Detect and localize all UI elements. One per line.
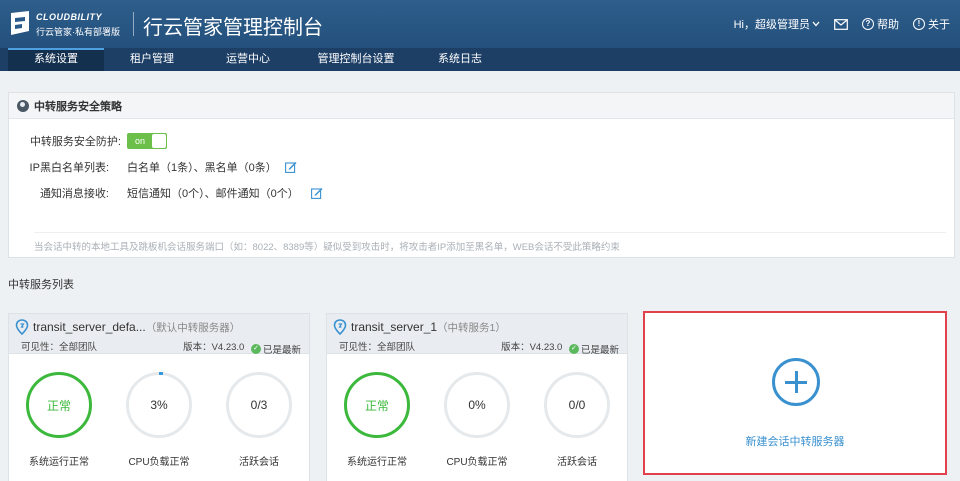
top-header: CLOUDBILITY 行云管家·私有部署版 行云管家管理控制台 Hi，超级管理… <box>0 0 960 48</box>
version-block: 版本：V4.23.0 ✓ 已是最新 <box>183 339 301 356</box>
protection-label: 中转服务安全防护: <box>29 136 121 148</box>
cpu-progress-mark <box>159 372 163 375</box>
sessions-label: 活跃会话 <box>239 457 279 468</box>
logo-text-en: CLOUDBILITY <box>36 12 102 22</box>
sessions-gauge: 0/0 活跃会话 <box>527 372 627 468</box>
sessions-ring: 0/0 <box>544 372 610 438</box>
cpu-value: 3% <box>150 398 168 412</box>
add-server-card[interactable]: 新建会话中转服务器 <box>643 311 947 475</box>
notify-label: 通知消息接收: <box>39 188 109 200</box>
mail-icon[interactable] <box>834 18 848 30</box>
card-header: transit_server_1（中转服务1） 可见性：全部团队 版本：V4.2… <box>327 314 627 356</box>
version-text: 版本：V4.23.0 <box>183 342 245 353</box>
cpu-ring: 3% <box>126 372 192 438</box>
cpu-gauge: 3% CPU负载正常 <box>109 372 209 468</box>
visibility-text: 可见性：全部团队 <box>339 342 416 353</box>
info-icon: ! <box>913 18 925 30</box>
sessions-gauge: 0/3 活跃会话 <box>209 372 309 468</box>
latest-text: 已是最新 <box>580 345 619 356</box>
server-name: transit_server_1（中转服务1） <box>351 320 506 335</box>
edit-icon[interactable] <box>310 187 323 199</box>
gauges: 正常 系统运行正常 3% CPU负载正常 0/3 活跃会话 <box>9 372 309 481</box>
help-button[interactable]: ? 帮助 <box>862 16 899 32</box>
brand-logo[interactable]: CLOUDBILITY 行云管家·私有部署版 <box>8 9 126 39</box>
latest-badge: ✓ 已是最新 <box>250 342 301 356</box>
logo-text-cn: 行云管家·私有部署版 <box>36 27 120 37</box>
server-card[interactable]: transit_server_defa...（默认中转服务器） 可见性：全部团队… <box>8 313 310 481</box>
cpu-ring: 0% <box>444 372 510 438</box>
notify-row: 通知消息接收: 短信通知（0个）、邮件通知（0个） <box>9 185 323 201</box>
version-text: 版本：V4.23.0 <box>501 342 563 353</box>
status-gauge: 正常 系统运行正常 <box>327 372 427 468</box>
cpu-gauge: 0% CPU负载正常 <box>427 372 527 468</box>
gauges: 正常 系统运行正常 0% CPU负载正常 0/0 活跃会话 <box>327 372 627 481</box>
globe-icon <box>17 99 29 112</box>
policy-note: 当会话中转的本地工具及跳板机会话服务端口（如：8022、8389等）疑似受到攻击… <box>34 242 620 253</box>
status-label: 系统运行正常 <box>29 457 89 468</box>
user-menu[interactable]: Hi，超级管理员 <box>734 16 820 32</box>
card-meta: 可见性：全部团队 版本：V4.23.0 ✓ 已是最新 <box>21 339 301 356</box>
server-list-title: 中转服务列表 <box>8 279 74 291</box>
version-block: 版本：V4.23.0 ✓ 已是最新 <box>501 339 619 356</box>
status-gauge: 正常 系统运行正常 <box>9 372 109 468</box>
server-name: transit_server_defa...（默认中转服务器） <box>33 320 240 335</box>
nav-console-settings[interactable]: 管理控制台设置 <box>296 48 416 71</box>
security-policy-panel: 中转服务安全策略 中转服务安全防护: on IP黑白名单列表: 白名单（1条）、… <box>8 92 955 258</box>
visibility-text: 可见性：全部团队 <box>21 342 98 353</box>
nav-system-log[interactable]: 系统日志 <box>416 48 504 71</box>
help-label: 帮助 <box>877 19 899 31</box>
about-label: 关于 <box>928 19 950 31</box>
server-subtitle: （默认中转服务器） <box>145 322 241 334</box>
check-circle-icon: ✓ <box>568 344 579 354</box>
user-greeting: Hi，超级管理员 <box>733 19 810 31</box>
latest-badge: ✓ 已是最新 <box>568 342 619 356</box>
notify-value: 短信通知（0个）、邮件通知（0个） <box>127 188 299 200</box>
user-area: Hi，超级管理员 ? 帮助 ! 关于 <box>734 16 950 32</box>
cpu-label: CPU负载正常 <box>128 457 190 468</box>
status-label: 系统运行正常 <box>347 457 407 468</box>
status-ring: 正常 <box>26 372 92 438</box>
cloudbility-logo-icon <box>11 11 29 35</box>
ip-list-value: 白名单（1条）、黑名单（0条） <box>127 162 277 174</box>
panel-title: 中转服务安全策略 <box>34 100 122 113</box>
latest-text: 已是最新 <box>262 345 301 356</box>
location-pin-icon <box>15 319 29 335</box>
protection-row: 中转服务安全防护: on <box>9 133 167 149</box>
edit-icon[interactable] <box>284 161 297 173</box>
plus-circle-icon[interactable] <box>772 358 820 406</box>
server-card[interactable]: transit_server_1（中转服务1） 可见性：全部团队 版本：V4.2… <box>326 313 628 481</box>
help-icon: ? <box>862 18 874 30</box>
panel-header: 中转服务安全策略 <box>9 93 954 119</box>
card-header: transit_server_defa...（默认中转服务器） 可见性：全部团队… <box>9 314 309 356</box>
nav-tenant-management[interactable]: 租户管理 <box>104 48 200 71</box>
server-name-text: transit_server_defa... <box>33 320 146 334</box>
server-subtitle: （中转服务1） <box>437 322 506 334</box>
server-name-text: transit_server_1 <box>351 320 438 334</box>
check-circle-icon: ✓ <box>250 344 261 354</box>
main-nav: 系统设置 租户管理 运营中心 管理控制台设置 系统日志 <box>0 48 960 71</box>
location-pin-icon <box>333 319 347 335</box>
status-ring: 正常 <box>344 372 410 438</box>
divider <box>34 232 946 233</box>
ip-list-row: IP黑白名单列表: 白名单（1条）、黑名单（0条） <box>9 159 297 175</box>
protection-toggle[interactable]: on <box>127 133 167 149</box>
sessions-ring: 0/3 <box>226 372 292 438</box>
ip-list-label: IP黑白名单列表: <box>29 162 109 174</box>
header-divider <box>133 12 134 36</box>
nav-operations-center[interactable]: 运营中心 <box>200 48 296 71</box>
app-title: 行云管家管理控制台 <box>143 17 323 39</box>
about-button[interactable]: ! 关于 <box>913 16 950 32</box>
card-meta: 可见性：全部团队 版本：V4.23.0 ✓ 已是最新 <box>339 339 619 356</box>
chevron-down-icon <box>812 21 820 27</box>
sessions-label: 活跃会话 <box>557 457 597 468</box>
add-server-label[interactable]: 新建会话中转服务器 <box>645 433 945 449</box>
nav-system-settings[interactable]: 系统设置 <box>8 48 104 71</box>
cpu-label: CPU负载正常 <box>446 457 508 468</box>
